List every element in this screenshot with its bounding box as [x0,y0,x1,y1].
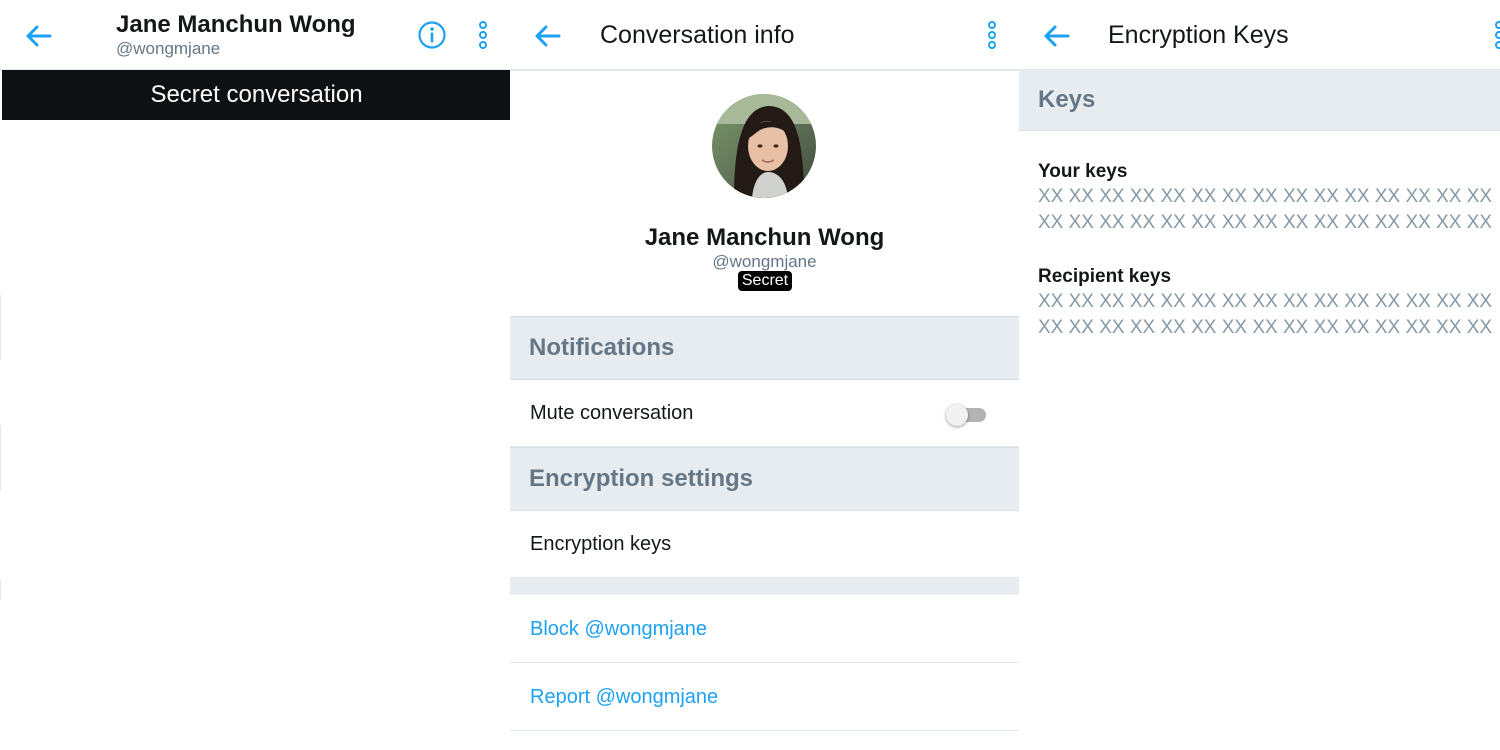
contact-handle: @wongmjane [116,39,221,58]
arrow-left-icon [26,25,52,47]
conversation-info-top-bar: Conversation info [510,0,1019,71]
recipient-keys-label: Recipient keys [1038,266,1172,287]
mute-conversation-row[interactable]: Mute conversation [510,380,1019,447]
more-vertical-icon [479,21,487,49]
back-button[interactable] [1040,19,1074,53]
secret-badge: Secret [738,271,792,291]
more-vertical-icon [1495,21,1500,49]
more-options-button[interactable] [1493,20,1500,50]
profile-photo [712,94,816,198]
recipient-key-line: XX XX XX XX XX XX XX XX XX XX XX XX XX X… [1038,291,1493,312]
block-user-button[interactable]: Block @wongmjane [510,596,1019,663]
divider [0,425,1,490]
toggle-knob [946,404,968,426]
avatar[interactable] [712,94,816,198]
keys-section-heading: Keys [1019,70,1500,131]
info-icon [418,21,446,49]
more-options-button[interactable] [477,20,489,50]
divider [0,295,1,360]
info-button[interactable] [417,20,447,50]
mute-conversation-label: Mute conversation [530,402,694,424]
arrow-left-icon [1044,25,1070,47]
back-button[interactable] [22,19,56,53]
encryption-settings-section-heading: Encryption settings [510,447,1019,511]
encryption-keys-top-bar: Encryption Keys [1019,0,1500,71]
page-title: Encryption Keys [1108,21,1289,49]
report-user-button[interactable]: Report @wongmjane [510,664,1019,731]
page-title: Conversation info [600,21,795,49]
your-keys-label: Your keys [1038,161,1128,182]
profile-name: Jane Manchun Wong [644,224,885,251]
chat-top-bar: Jane Manchun Wong @wongmjane [0,0,510,71]
chat-screen: Jane Manchun Wong @wongmjane Secret conv… [0,0,510,750]
contact-name: Jane Manchun Wong [116,11,356,38]
conversation-info-screen: Conversation info Jane Manchun Wong @won… [510,0,1019,750]
more-vertical-icon [988,21,996,49]
divider [0,580,1,600]
arrow-left-icon [535,25,561,47]
encryption-keys-row[interactable]: Encryption keys [510,511,1019,578]
recipient-key-line: XX XX XX XX XX XX XX XX XX XX XX XX XX X… [1038,317,1493,338]
section-spacer [510,578,1019,595]
secret-conversation-banner: Secret conversation [2,70,510,120]
profile-handle: @wongmjane [712,252,817,271]
mute-conversation-toggle[interactable] [946,404,986,426]
notifications-section-heading: Notifications [510,316,1019,380]
more-options-button[interactable] [986,20,998,50]
encryption-keys-screen: Encryption Keys Keys Your keys XX XX XX … [1019,0,1500,750]
back-button[interactable] [531,19,565,53]
your-key-line: XX XX XX XX XX XX XX XX XX XX XX XX XX X… [1038,186,1493,207]
your-key-line: XX XX XX XX XX XX XX XX XX XX XX XX XX X… [1038,212,1493,233]
